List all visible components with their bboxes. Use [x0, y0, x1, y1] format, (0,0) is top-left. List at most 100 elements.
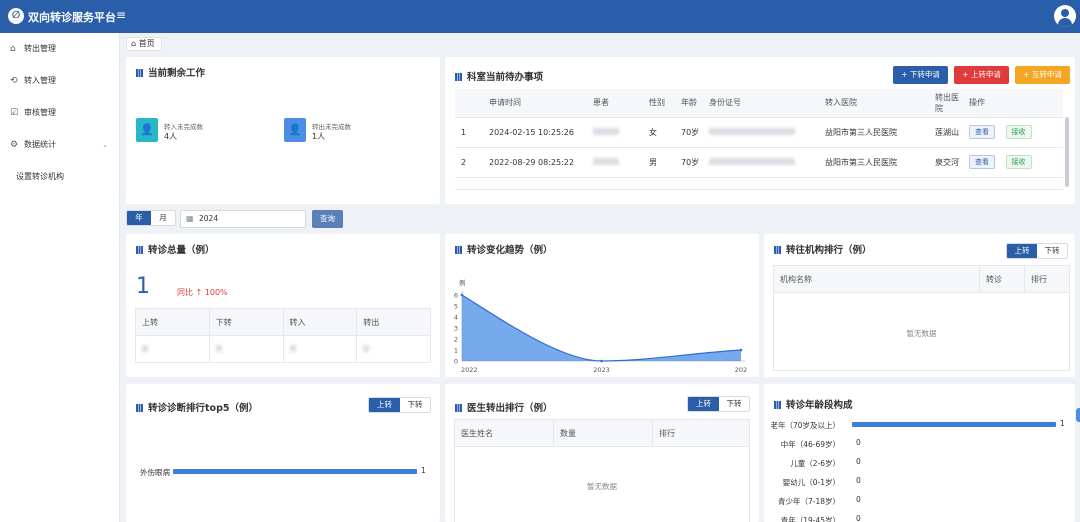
- transfer-out-unfinished-card[interactable]: 👤 转出未完成数 1人: [284, 118, 434, 142]
- sidebar-item-settings[interactable]: 设置转诊机构: [0, 167, 120, 187]
- remaining-work-panel: 当前剩余工作 👤 转入未完成数 4人 👤 转出未完成数 1人: [126, 57, 440, 204]
- bar: [852, 422, 1056, 427]
- panel-title: 转诊诊断排行top5（例）: [148, 403, 258, 414]
- up-tab[interactable]: 上转: [369, 398, 400, 412]
- redacted-block: [215, 344, 222, 352]
- data-label: 0: [856, 476, 861, 485]
- x-tick-label: 2022: [461, 366, 478, 374]
- table-cell: [135, 335, 210, 363]
- table-row: 2 2022-08-29 08:25:22 男 70岁 益阳市第三人民医院 泉交…: [455, 147, 1063, 178]
- column-header: 转入医院: [819, 89, 933, 118]
- column-header: 转诊: [979, 265, 1025, 293]
- sidebar-item-statistics[interactable]: ⚙ 数据统计 ⌄: [0, 135, 120, 155]
- table-header: 医生姓名 数量 排行: [454, 419, 750, 447]
- table-row: [455, 177, 1063, 190]
- x-tick-label: 202: [735, 366, 747, 374]
- to-hospital: 益阳市第三人民医院: [819, 117, 933, 148]
- sidebar-item-transfer-in[interactable]: ⟲ 转入管理: [0, 71, 120, 91]
- home-icon: ⌂: [131, 39, 137, 48]
- bar-chart-icon: [136, 246, 143, 254]
- date-value: 2024: [199, 214, 219, 223]
- row-actions: 查看 接收: [963, 117, 1063, 148]
- patient-name: [587, 117, 643, 148]
- table-header: 机构名称 转诊 排行: [773, 265, 1070, 293]
- menu-toggle-icon[interactable]: ≡: [116, 8, 126, 22]
- column-header: 机构名称: [773, 265, 980, 293]
- from-hospital: 泉交河: [933, 147, 963, 178]
- table-header: 上转 下转 转入 转出: [135, 308, 431, 336]
- column-header: 转入: [282, 308, 358, 336]
- down-tab[interactable]: 下转: [1037, 244, 1067, 258]
- age: 70岁: [675, 147, 703, 178]
- view-button[interactable]: 查看: [969, 155, 995, 169]
- id-number: [703, 147, 819, 178]
- year-tab[interactable]: 年: [127, 211, 151, 225]
- column-header: 排行: [652, 419, 750, 447]
- side-scroll-handle[interactable]: [1076, 408, 1080, 422]
- user-avatar-icon[interactable]: [1054, 5, 1076, 27]
- up-tab[interactable]: 上转: [688, 397, 719, 411]
- transfer-total-panel: 转诊总量（例） 1 同比 ↑ 100% 上转 下转 转入 转出: [126, 234, 440, 377]
- column-header: 排行: [1024, 265, 1070, 293]
- breadcrumb[interactable]: ⌂ 首页: [126, 37, 162, 51]
- data-label: 0: [856, 438, 861, 447]
- column-header: 下转: [208, 308, 284, 336]
- task-label: 转入未完成数: [164, 123, 203, 131]
- age: 70岁: [675, 117, 703, 148]
- panel-title: 转往机构排行（例）: [786, 245, 872, 256]
- gender: 女: [643, 117, 675, 148]
- mutual-transfer-apply-button[interactable]: + 互转申请: [1015, 66, 1070, 84]
- total-breakdown-table: 上转 下转 转入 转出: [135, 308, 431, 363]
- column-header: 转出医院: [933, 89, 963, 118]
- date-picker-input[interactable]: ▦ 2024: [180, 210, 306, 228]
- from-hospital: 莲湖山: [933, 117, 963, 148]
- month-tab[interactable]: 月: [151, 211, 175, 225]
- table-row: 1 2024-02-15 10:25:26 女 70岁 益阳市第三人民医院 莲湖…: [455, 117, 1063, 148]
- y-tick-label: 3: [454, 325, 458, 333]
- panel-title: 当前剩余工作: [148, 68, 206, 79]
- down-tab[interactable]: 下转: [719, 397, 749, 411]
- down-transfer-apply-button[interactable]: + 下转申请: [893, 66, 948, 84]
- yoy-indicator: 同比 ↑ 100%: [177, 288, 228, 297]
- series-area: [462, 295, 741, 361]
- bar-chart-icon: [774, 246, 781, 254]
- transfer-in-unfinished-card[interactable]: 👤 转入未完成数 4人: [136, 118, 286, 142]
- column-header: 操作: [963, 89, 1063, 118]
- pending-table: 申请时间 患者 性别 年龄 身份证号 转入医院 转出医院 操作 1 2024-0…: [455, 89, 1063, 190]
- diagnosis-rank-panel: 转诊诊断排行top5（例） 上转 下转 外伤眼病 1: [126, 384, 440, 522]
- org-rank-toggle: 上转 下转: [1006, 243, 1068, 259]
- accept-button[interactable]: 接收: [1005, 125, 1032, 139]
- refresh-icon: ⟲: [10, 76, 18, 86]
- x-tick-label: 2023: [593, 366, 610, 374]
- transfer-trend-panel: 转诊变化趋势（例） 0 1 2 3 4 5 6 例 2022 2023 202: [445, 234, 759, 377]
- bar-chart-icon: [455, 404, 462, 412]
- query-button[interactable]: 查询: [312, 210, 343, 228]
- period-toggle: 年 月: [126, 210, 176, 226]
- accept-button[interactable]: 接收: [1005, 155, 1032, 169]
- y-tick-label: 2: [454, 336, 458, 344]
- diagnosis-rank-toggle: 上转 下转: [368, 397, 431, 413]
- sidebar-item-transfer-out[interactable]: ⌂ 转出管理: [0, 39, 120, 59]
- up-transfer-apply-button[interactable]: + 上转申请: [954, 66, 1009, 84]
- table-scrollbar[interactable]: [1065, 117, 1069, 187]
- doctor-rank-panel: 医生转出排行（例） 上转 下转 医生姓名 数量 排行 暂无数据: [445, 384, 759, 522]
- sidebar-item-review[interactable]: ☑ 审核管理: [0, 103, 120, 123]
- checklist-icon: ☑: [10, 108, 19, 118]
- up-tab[interactable]: 上转: [1007, 244, 1037, 258]
- column-header: 数量: [553, 419, 653, 447]
- view-button[interactable]: 查看: [969, 125, 995, 139]
- y-tick-label: 4: [454, 314, 458, 322]
- column-header: 性别: [643, 89, 675, 118]
- redacted-block: [709, 157, 795, 165]
- redacted-block: [709, 127, 795, 135]
- table-row: [135, 335, 431, 363]
- bar: [173, 469, 417, 474]
- category-label: 外伤眼病: [140, 468, 170, 477]
- user-icon: 👤: [284, 118, 306, 142]
- age-distribution-panel: 转诊年龄段构成 老年（70岁及以上） 1 中年（46-69岁） 0 儿童（2-6岁） 0 婴…: [764, 384, 1075, 522]
- calendar-icon: ▦: [186, 214, 194, 223]
- column-header: 转出: [356, 308, 431, 336]
- down-tab[interactable]: 下转: [400, 398, 430, 412]
- gender: 男: [643, 147, 675, 178]
- panel-title: 科室当前待办事项: [467, 72, 544, 83]
